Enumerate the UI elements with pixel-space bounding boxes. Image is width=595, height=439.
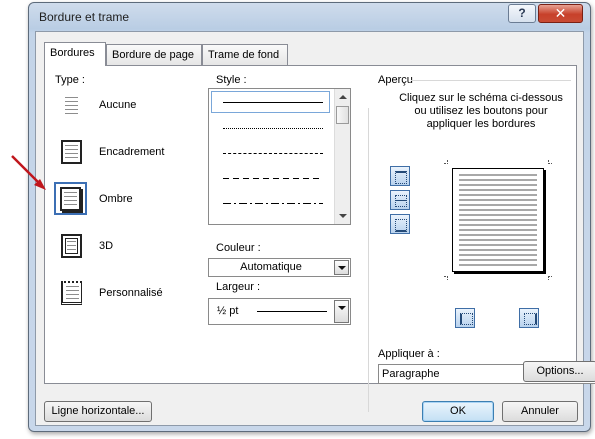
border-3d-icon (61, 234, 82, 258)
type-label: Type : (55, 74, 85, 86)
preview-divider (411, 80, 571, 81)
dialog-body: Bordures Bordure de page Trame de fond T… (35, 31, 595, 426)
border-bottom-button[interactable] (390, 214, 410, 234)
border-box-icon (61, 140, 82, 164)
preview-diagram[interactable] (444, 160, 552, 280)
scroll-up-icon[interactable] (339, 95, 347, 99)
annotation-arrow-icon (11, 155, 46, 190)
width-line-sample (257, 311, 327, 312)
border-none-icon (61, 93, 82, 117)
column-separator (368, 108, 369, 412)
chevron-down-icon[interactable] (334, 300, 349, 323)
horizontal-line-button[interactable]: Ligne horizontale... (44, 401, 152, 422)
type-option-aucune[interactable] (55, 88, 88, 121)
style-dashed[interactable] (223, 178, 323, 179)
type-option-3d[interactable] (55, 229, 88, 262)
color-select[interactable]: Automatique (208, 258, 351, 277)
width-value: ½ pt (217, 305, 239, 317)
type-label-aucune: Aucune (99, 99, 137, 111)
type-label-personnalise: Personnalisé (99, 287, 163, 299)
tab-bordures[interactable]: Bordures (44, 42, 106, 66)
style-label: Style : (216, 74, 247, 86)
scroll-down-icon[interactable] (339, 214, 347, 218)
width-label: Largeur : (216, 281, 261, 293)
type-label-3d: 3D (99, 240, 114, 252)
preview-page[interactable] (452, 168, 544, 272)
ok-button[interactable]: OK (422, 401, 494, 422)
style-dotted[interactable] (223, 128, 323, 129)
scroll-thumb[interactable] (336, 106, 349, 124)
apply-value: Paragraphe (382, 368, 440, 380)
options-button[interactable]: Options... (523, 361, 595, 382)
width-select[interactable]: ½ pt (208, 298, 351, 325)
color-value: Automatique (240, 261, 302, 273)
border-left-button[interactable] (455, 308, 475, 328)
apply-label: Appliquer à : (378, 348, 440, 360)
type-label-ombre: Ombre (99, 193, 133, 205)
border-shadow-icon (60, 187, 81, 211)
preview-label: Aperçu (378, 74, 413, 86)
tab-panel: Type : Aucune Encadrement Ombre 3D Perso… (44, 65, 595, 412)
border-custom-icon (61, 281, 82, 305)
dialog-window: Bordure et trame ? ✕ Bordures Bordure de… (28, 2, 595, 432)
preview-instructions: Cliquez sur le schéma ci-dessous ou util… (399, 92, 563, 130)
type-option-personnalise[interactable] (55, 276, 88, 309)
window-title: Bordure et trame (39, 10, 130, 24)
border-inside-horizontal-button[interactable] (390, 190, 410, 210)
chevron-down-icon[interactable] (334, 260, 349, 275)
color-label: Couleur : (216, 242, 261, 254)
help-button[interactable]: ? (508, 4, 536, 23)
cancel-button[interactable]: Annuler (502, 401, 578, 422)
type-label-encadrement: Encadrement (99, 146, 165, 158)
style-scrollbar[interactable] (334, 89, 350, 224)
style-dashed-small[interactable] (223, 153, 323, 154)
style-solid[interactable] (223, 102, 323, 103)
style-listbox[interactable] (208, 88, 351, 225)
border-right-button[interactable] (519, 308, 539, 328)
preview-text-lines (459, 174, 537, 266)
tab-bordure-de-page[interactable]: Bordure de page (106, 44, 202, 65)
border-top-button[interactable] (390, 166, 410, 186)
close-button[interactable]: ✕ (538, 4, 583, 23)
style-dash-dot[interactable] (223, 203, 323, 204)
tab-trame-de-fond[interactable]: Trame de fond (202, 44, 288, 65)
